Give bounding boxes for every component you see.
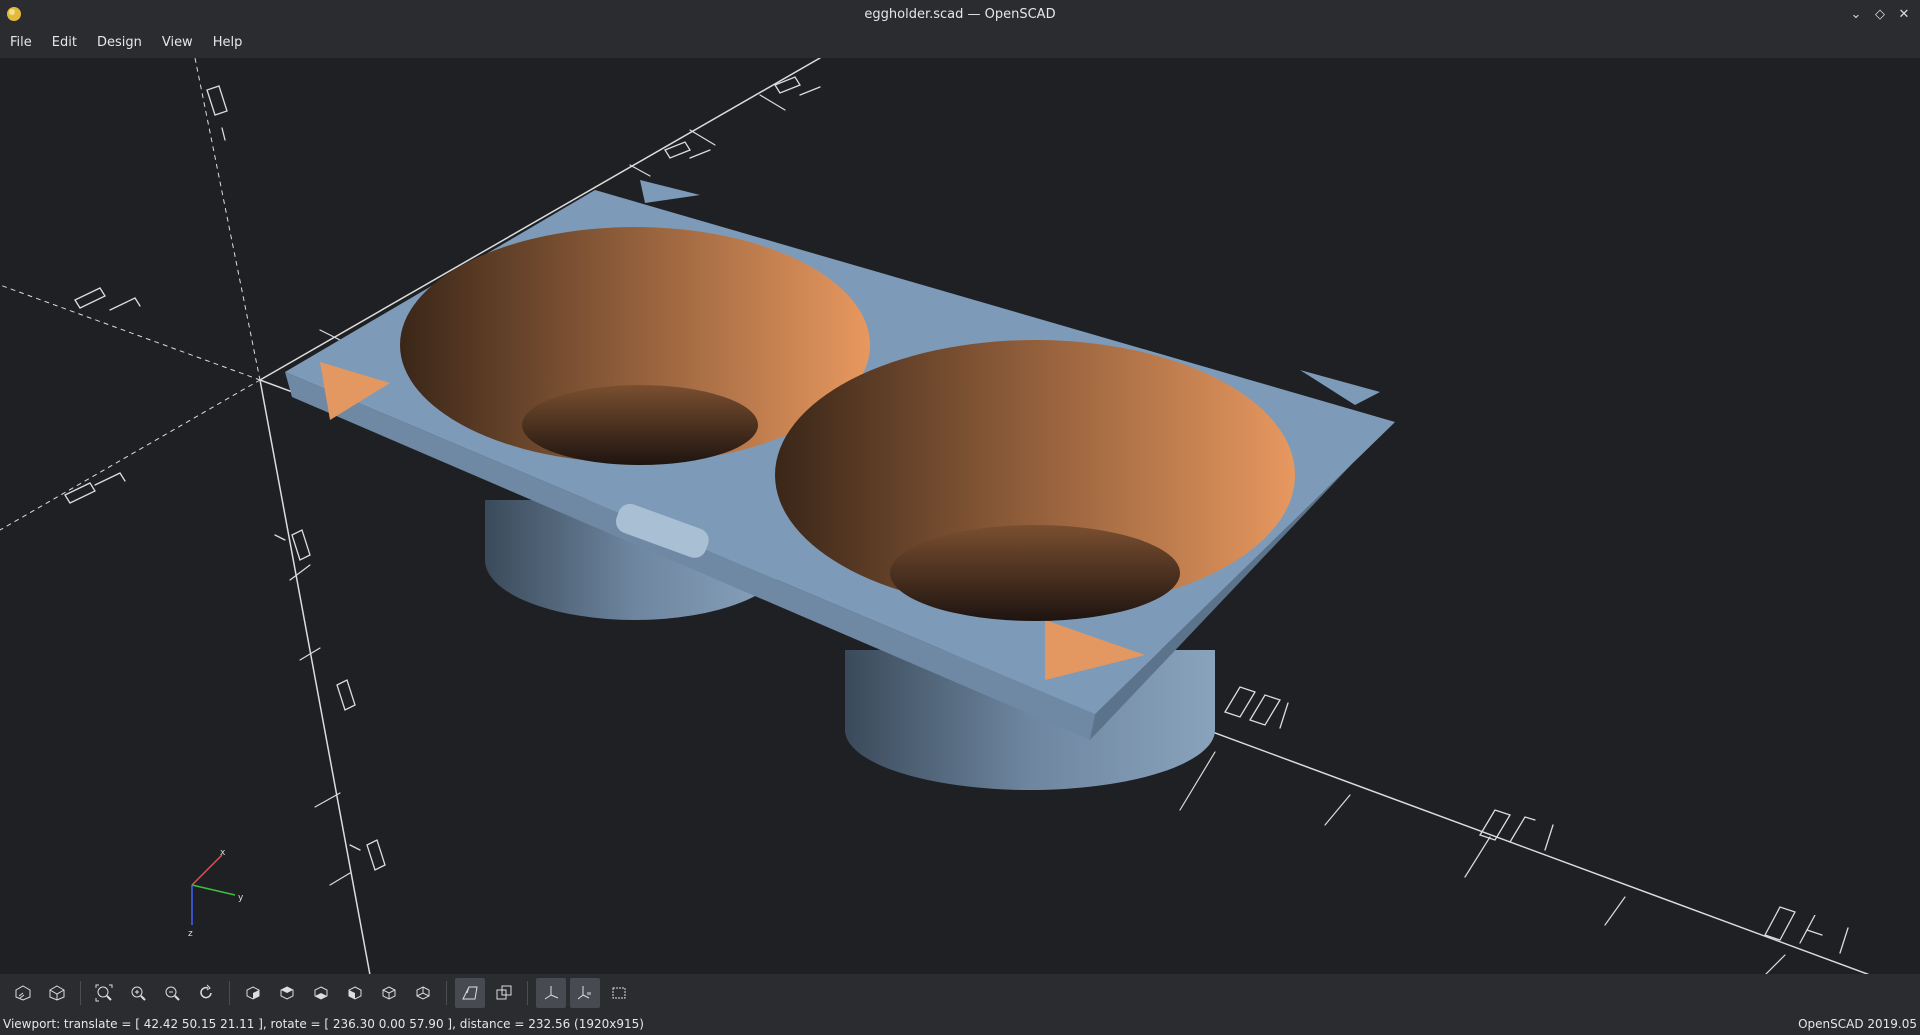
show-edges-icon[interactable] [604, 978, 634, 1008]
toolbar-separator [229, 981, 230, 1005]
status-bar: Viewport: translate = [ 42.42 50.15 21.1… [0, 1012, 1920, 1035]
show-axes-icon[interactable] [536, 978, 566, 1008]
axis-label-y: y [238, 893, 244, 903]
orthogonal-icon[interactable] [489, 978, 519, 1008]
view-all-icon[interactable] [89, 978, 119, 1008]
viewport-status: Viewport: translate = [ 42.42 50.15 21.1… [3, 1016, 644, 1031]
close-icon[interactable]: ✕ [1894, 4, 1914, 24]
show-scale-markers-icon[interactable] [570, 978, 600, 1008]
view-top-icon[interactable] [272, 978, 302, 1008]
minimize-icon[interactable]: ⌄ [1846, 4, 1866, 24]
toolbar-separator [446, 981, 447, 1005]
view-front-icon[interactable] [374, 978, 404, 1008]
menu-edit[interactable]: Edit [42, 28, 87, 58]
title-bar: eggholder.scad — OpenSCAD ⌄ ◇ ✕ [0, 0, 1920, 28]
axis-label-z: z [188, 929, 193, 939]
toolbar-separator [80, 981, 81, 1005]
zoom-out-icon[interactable] [157, 978, 187, 1008]
view-right-icon[interactable] [238, 978, 268, 1008]
axis-indicator: x y z [188, 848, 244, 939]
reset-view-icon[interactable] [191, 978, 221, 1008]
menu-bar: File Edit Design View Help [0, 28, 1920, 58]
axis-label-x: x [220, 848, 226, 858]
toolbar-separator [527, 981, 528, 1005]
window-title: eggholder.scad — OpenSCAD [864, 6, 1056, 22]
3d-viewport[interactable]: x y z [0, 58, 1920, 974]
menu-help[interactable]: Help [203, 28, 253, 58]
egg-holder-model [285, 180, 1395, 790]
perspective-icon[interactable] [455, 978, 485, 1008]
zoom-in-icon[interactable] [123, 978, 153, 1008]
render-canvas[interactable]: x y z [0, 58, 1920, 974]
maximize-icon[interactable]: ◇ [1870, 4, 1890, 24]
view-toolbar [0, 974, 1920, 1012]
version-label: OpenSCAD 2019.05 [1798, 1016, 1917, 1031]
menu-design[interactable]: Design [87, 28, 152, 58]
openscad-app-icon [7, 7, 21, 21]
view-left-icon[interactable] [340, 978, 370, 1008]
render-icon[interactable] [42, 978, 72, 1008]
menu-view[interactable]: View [152, 28, 203, 58]
menu-file[interactable]: File [0, 28, 42, 58]
view-bottom-icon[interactable] [306, 978, 336, 1008]
view-back-icon[interactable] [408, 978, 438, 1008]
preview-icon[interactable] [8, 978, 38, 1008]
